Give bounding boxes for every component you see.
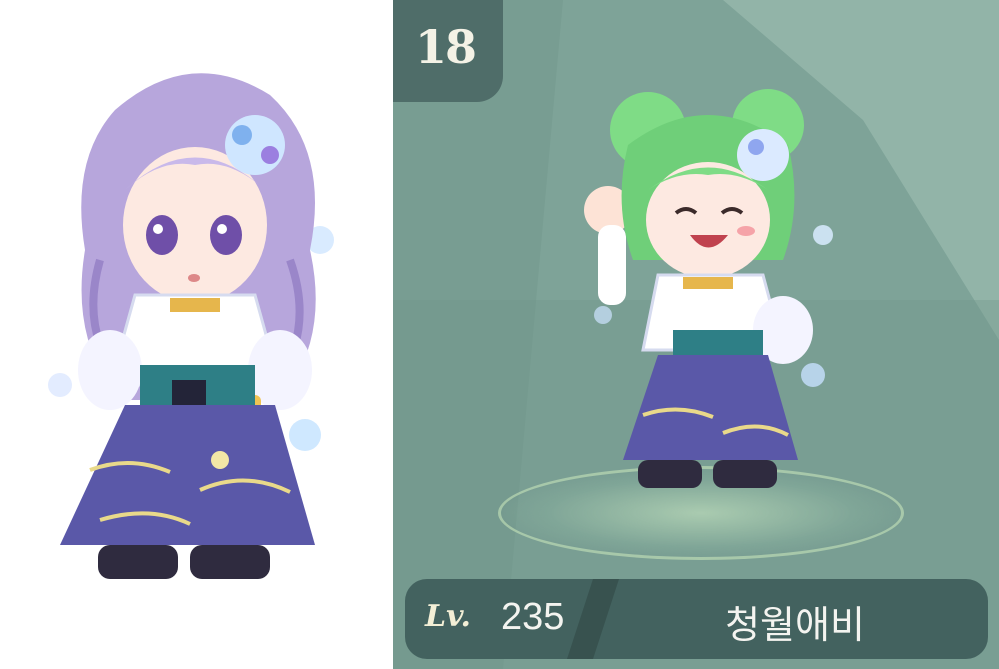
character-avatar-lavender xyxy=(48,73,334,579)
character-info-bar: Lv. 235 청월애비 xyxy=(405,579,988,659)
ranking-card: 18 Lv. 235 청월애비 xyxy=(393,0,999,669)
character-avatar-green xyxy=(584,89,833,488)
info-bar-divider xyxy=(567,579,619,659)
character-name: 청월애비 xyxy=(725,603,865,647)
character-preview-panel xyxy=(0,0,393,669)
level-value: 235 xyxy=(501,596,565,638)
level-label: Lv. xyxy=(425,599,471,634)
rank-number: 18 xyxy=(415,20,477,74)
rank-badge: 18 xyxy=(393,0,503,102)
